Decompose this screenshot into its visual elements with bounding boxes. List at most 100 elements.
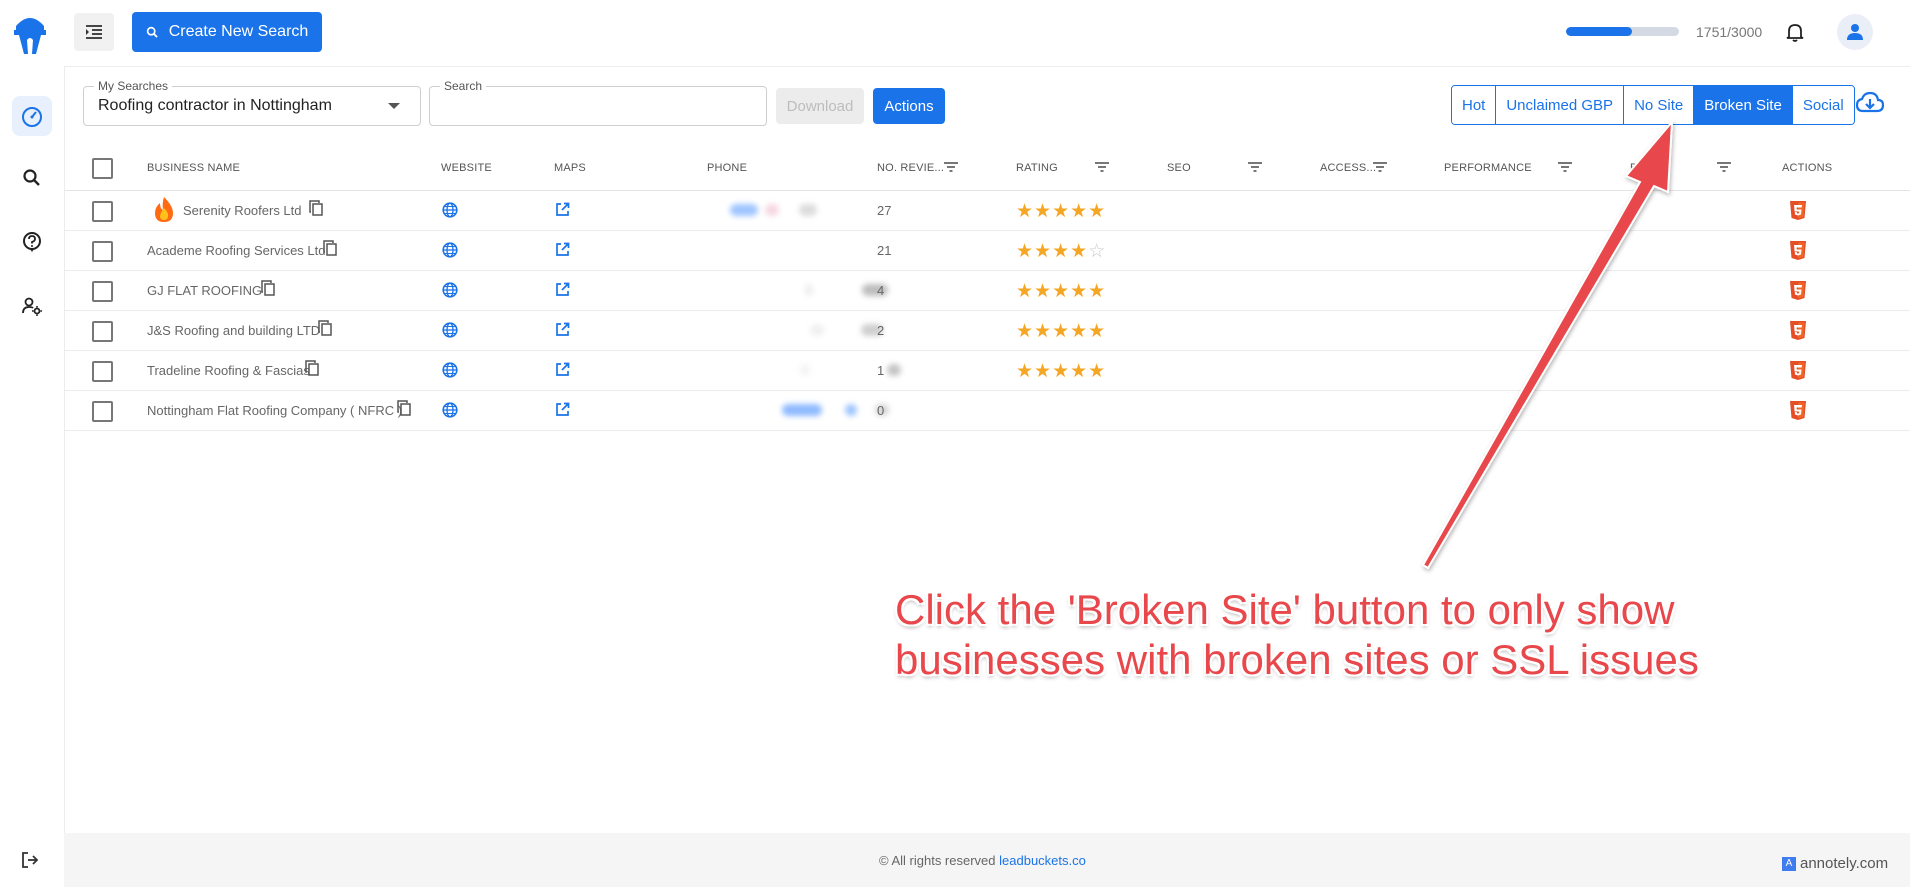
website-globe-icon[interactable] — [442, 202, 458, 218]
website-globe-icon[interactable] — [442, 402, 458, 418]
actions-button[interactable]: Actions — [873, 88, 945, 124]
filter-unclaimed-gbp-button[interactable]: Unclaimed GBP — [1496, 86, 1625, 124]
row-checkbox[interactable] — [92, 401, 113, 422]
create-new-search-button[interactable]: Create New Search — [132, 12, 322, 52]
website-globe-icon[interactable] — [442, 282, 458, 298]
sidebar-item-account-settings[interactable] — [12, 286, 52, 326]
speedometer-icon — [22, 107, 42, 127]
external-link-icon[interactable] — [555, 202, 570, 217]
review-count: 0 — [877, 403, 885, 418]
copy-icon[interactable] — [318, 320, 332, 336]
footer-copyright: © All rights reserved — [879, 853, 996, 868]
html5-icon[interactable] — [1789, 239, 1807, 261]
filter-hot-button[interactable]: Hot — [1452, 86, 1497, 124]
my-searches-label: My Searches — [94, 79, 173, 93]
user-settings-icon — [22, 297, 42, 316]
annotely-logo-icon: A — [1782, 856, 1796, 871]
table-row[interactable]: J&S Roofing and building LTD 2 ★★★★★ — [65, 311, 1910, 351]
phone-redacted — [765, 204, 779, 216]
notifications-button[interactable] — [1786, 22, 1804, 47]
copy-icon[interactable] — [261, 280, 275, 296]
leadbuckets-logo[interactable] — [12, 12, 48, 56]
phone-redacted — [805, 284, 813, 296]
website-globe-icon[interactable] — [442, 362, 458, 378]
filter-no-site-button[interactable]: No Site — [1624, 86, 1695, 124]
website-globe-icon[interactable] — [442, 242, 458, 258]
avatar[interactable] — [1837, 14, 1873, 50]
annotely-watermark: A annotely.com — [1782, 855, 1888, 872]
copy-icon[interactable] — [397, 400, 411, 416]
table-row[interactable]: Serenity Roofers Ltd 27 ★★★★★ — [65, 191, 1910, 231]
watermark-text: annotely.com — [1800, 855, 1889, 872]
create-new-search-label: Create New Search — [168, 23, 309, 40]
review-count: 21 — [877, 243, 892, 258]
filter-social-button[interactable]: Social — [1792, 86, 1854, 124]
table-body: Serenity Roofers Ltd 27 ★★★★★ Academe Roo… — [65, 191, 1910, 431]
html5-icon[interactable] — [1789, 399, 1807, 421]
download-button[interactable]: Download — [776, 88, 864, 124]
review-count: 4 — [877, 283, 885, 298]
top-bar: Create New Search 1751/3000 — [64, 0, 1910, 67]
business-name: Academe Roofing Services Ltd — [147, 243, 326, 258]
header-business-name[interactable]: BUSINESS NAME — [147, 162, 240, 174]
external-link-icon[interactable] — [555, 362, 570, 377]
sidebar-item-help[interactable] — [12, 222, 52, 262]
bell-icon — [1786, 24, 1804, 42]
logout-button[interactable] — [20, 850, 40, 875]
business-name: GJ FLAT ROOFING — [147, 283, 263, 298]
website-globe-icon[interactable] — [442, 322, 458, 338]
external-link-icon[interactable] — [555, 322, 570, 337]
filter-icon[interactable] — [1247, 160, 1263, 174]
filter-icon[interactable] — [1557, 160, 1573, 174]
html5-icon[interactable] — [1789, 319, 1807, 341]
table-row[interactable]: GJ FLAT ROOFING 4 ★★★★★ — [65, 271, 1910, 311]
header-phone[interactable]: PHONE — [707, 162, 747, 174]
filter-icon[interactable] — [1716, 160, 1732, 174]
select-all-checkbox[interactable] — [92, 158, 113, 179]
table-row[interactable]: Nottingham Flat Roofing Company ( NFRC )… — [65, 391, 1910, 431]
header-performance[interactable]: PERFORMANCE — [1444, 162, 1532, 174]
copy-icon[interactable] — [309, 200, 323, 216]
sidebar-item-dashboard[interactable] — [12, 96, 52, 136]
row-checkbox[interactable] — [92, 321, 113, 342]
review-count: 1 — [877, 363, 885, 378]
html5-icon[interactable] — [1789, 279, 1807, 301]
search-input[interactable]: Search — [429, 79, 767, 126]
footer: © All rights reserved leadbuckets.co — [64, 833, 1910, 887]
row-checkbox[interactable] — [92, 241, 113, 262]
sidebar-item-search[interactable] — [12, 158, 52, 198]
filter-icon[interactable] — [943, 160, 959, 174]
filter-broken-site-button[interactable]: Broken Site — [1694, 86, 1793, 124]
header-accessibility[interactable]: ACCESS... — [1320, 162, 1376, 174]
rating-stars: ★★★★★ — [1016, 361, 1107, 382]
business-name: Tradeline Roofing & Fascias — [147, 363, 310, 378]
menu-toggle-button[interactable] — [74, 13, 114, 51]
header-website[interactable]: WEBSITE — [441, 162, 492, 174]
external-link-icon[interactable] — [555, 282, 570, 297]
header-rating[interactable]: RATING — [1016, 162, 1058, 174]
filter-icon[interactable] — [1372, 160, 1388, 174]
header-best-practices[interactable]: BES — [1630, 162, 1653, 174]
phone-redacted — [845, 404, 857, 416]
footer-link[interactable]: leadbuckets.co — [999, 853, 1086, 868]
external-link-icon[interactable] — [555, 402, 570, 417]
row-checkbox[interactable] — [92, 361, 113, 382]
filter-icon[interactable] — [1094, 160, 1110, 174]
cloud-download-icon — [1855, 91, 1885, 113]
row-checkbox[interactable] — [92, 281, 113, 302]
phone-redacted — [810, 324, 824, 336]
html5-icon[interactable] — [1789, 199, 1807, 221]
header-maps[interactable]: MAPS — [554, 162, 586, 174]
table-row[interactable]: Tradeline Roofing & Fascias 1 ★★★★★ — [65, 351, 1910, 391]
credits-progress-fill — [1566, 27, 1632, 36]
row-checkbox[interactable] — [92, 201, 113, 222]
cloud-download-button[interactable] — [1855, 91, 1885, 119]
copy-icon[interactable] — [305, 360, 319, 376]
my-searches-select[interactable]: My Searches Roofing contractor in Nottin… — [83, 79, 421, 126]
table-row[interactable]: Academe Roofing Services Ltd 21 ★★★★☆ — [65, 231, 1910, 271]
header-seo[interactable]: SEO — [1167, 162, 1191, 174]
copy-icon[interactable] — [323, 240, 337, 256]
html5-icon[interactable] — [1789, 359, 1807, 381]
external-link-icon[interactable] — [555, 242, 570, 257]
header-reviews[interactable]: NO. REVIE... — [877, 162, 944, 174]
